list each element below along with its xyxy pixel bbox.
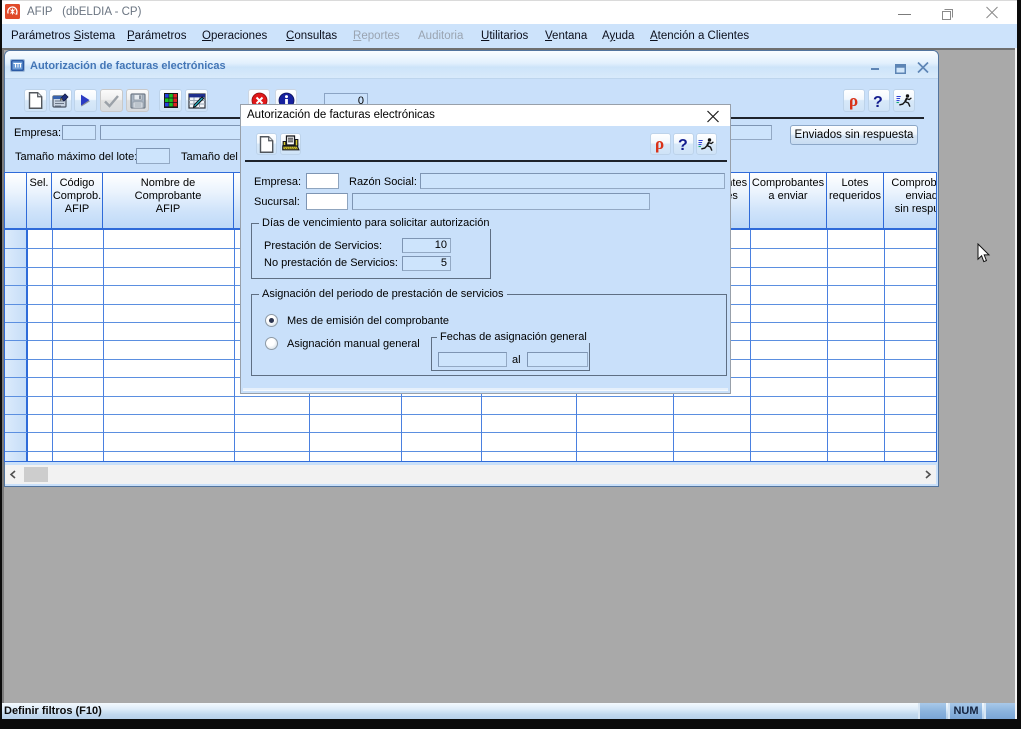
svg-text:ρ: ρ	[849, 92, 858, 110]
svg-text:ρ: ρ	[655, 135, 664, 153]
svg-text:?: ?	[873, 94, 883, 110]
svg-text:?: ?	[678, 137, 688, 153]
